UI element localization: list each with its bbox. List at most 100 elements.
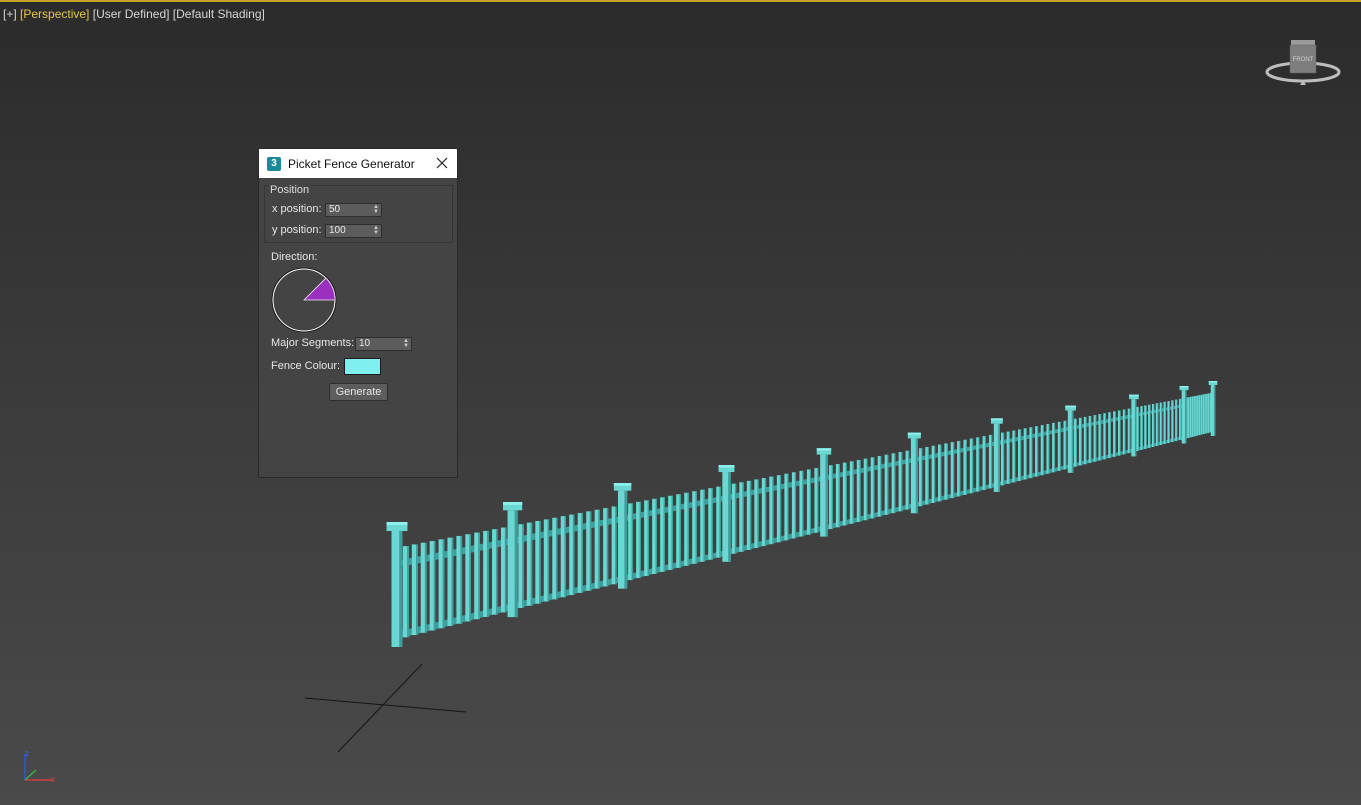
fence-picket-shade	[1037, 426, 1039, 477]
fence-picket-shade	[1145, 405, 1147, 449]
spinner-arrows-icon[interactable]: ▲ ▼	[373, 225, 379, 236]
fence-picket-shade	[415, 544, 418, 636]
fence-post-cap-top	[1208, 381, 1218, 383]
fence-picket-shade	[866, 458, 868, 521]
fence-picket-shade	[991, 434, 993, 489]
fence-picket-shade	[1176, 399, 1178, 442]
fence-post-shade	[399, 531, 403, 647]
fence-post-cap-top	[1065, 405, 1076, 408]
fence-picket-shade	[631, 503, 634, 581]
fence-post-cap-top	[386, 522, 408, 526]
fence-post-cap-top	[816, 448, 832, 451]
fence-picket-shade	[838, 463, 840, 528]
y-position-label: y position:	[272, 224, 322, 236]
fence-picket-shade	[615, 506, 617, 585]
fence-post-cap-top	[990, 418, 1003, 421]
major-segments-spinner[interactable]: 10 ▲ ▼	[355, 337, 412, 351]
fence-post-cap-top	[613, 483, 632, 486]
fence-post-cap-top	[1179, 386, 1189, 388]
viewport-camera-menu[interactable]: [User Defined]	[93, 7, 170, 21]
fence-post-cap-top	[718, 465, 735, 468]
fence-picket-shade	[555, 517, 558, 600]
fence-picket-shade	[972, 438, 974, 494]
x-position-spinner[interactable]: 50 ▲ ▼	[325, 203, 382, 217]
generate-button[interactable]: Generate	[329, 383, 388, 401]
fence-picket-shade	[978, 437, 980, 492]
viewport-shading-menu[interactable]: [Default Shading]	[173, 7, 265, 21]
fence-picket-shade	[647, 500, 649, 577]
fence-picket-shade	[1076, 418, 1077, 467]
grid-line-y	[337, 663, 423, 753]
fence-picket-shade	[1119, 410, 1121, 456]
fence-picket-shade	[1114, 411, 1116, 457]
fence-picket-shade	[530, 522, 533, 606]
fence-picket-shade	[564, 516, 566, 598]
fence-picket-shade	[809, 469, 811, 535]
spinner-arrows-icon[interactable]: ▲ ▼	[373, 204, 379, 215]
fence-picket-shade	[719, 486, 721, 558]
fence-picket-shade	[522, 524, 524, 608]
y-position-spinner[interactable]: 100 ▲ ▼	[325, 224, 382, 238]
fence-colour-label: Fence Colour:	[271, 360, 341, 372]
fence-picket-shade	[742, 482, 744, 552]
x-position-value: 50	[329, 204, 341, 215]
fence-picket-shade	[1153, 403, 1155, 447]
viewport-plus-menu[interactable]: [+]	[3, 7, 17, 21]
fence-picket-shade	[953, 442, 955, 499]
fence-picket-shade	[703, 489, 705, 562]
fence-picket-shade	[1142, 406, 1143, 450]
fence-picket-shade	[1206, 393, 1208, 434]
viewport-view-menu[interactable]: [Perspective]	[20, 7, 89, 21]
fence-picket-shade	[887, 454, 889, 515]
fence-picket-shade	[1105, 413, 1107, 460]
fence-picket-shade	[1059, 421, 1061, 471]
fence-picket-shade	[984, 436, 986, 490]
fence-picket-shade	[1172, 400, 1174, 443]
fence-picket-shade	[1110, 412, 1111, 459]
fence-picket-shade	[965, 439, 967, 495]
picket-fence[interactable]	[386, 381, 1218, 647]
spinner-arrows-icon[interactable]: ▲ ▼	[403, 338, 409, 349]
fence-colour-swatch[interactable]	[344, 358, 381, 375]
fence-post-shade	[998, 423, 1000, 492]
fence-picket-shade	[606, 508, 609, 587]
fence-picket-shade	[547, 519, 550, 602]
fence-picket-shade	[433, 541, 436, 631]
fence-post-shade	[1134, 399, 1137, 457]
fence-picket-shade	[424, 542, 427, 633]
fence-picket-shade	[946, 443, 948, 500]
fence-picket-shade	[1095, 415, 1097, 462]
fence-picket-shade	[901, 452, 903, 512]
direction-dial[interactable]	[271, 267, 337, 333]
fence-picket-shade	[1149, 404, 1151, 448]
fence-post-cap-top	[503, 502, 523, 505]
fence-picket-shade	[859, 459, 861, 522]
fence-picket-shade	[734, 483, 737, 554]
fence-picket-shade	[779, 475, 782, 543]
fence-picket-shade	[1025, 428, 1027, 480]
fence-picket-shade	[1202, 394, 1203, 435]
fence-picket-shade	[639, 501, 641, 579]
fence-picket-shade	[1042, 425, 1044, 476]
viewcube[interactable]: FRONT	[1265, 38, 1345, 88]
fence-picket-shade	[802, 470, 804, 537]
dialog-titlebar[interactable]: 3 Picket Fence Generator	[259, 149, 457, 178]
fence-picket-shade	[1003, 432, 1005, 486]
fence-picket-shade	[794, 472, 797, 539]
fence-picket-shade	[572, 514, 575, 596]
fence-picket-shade	[772, 476, 774, 545]
fence-picket-shade	[852, 461, 854, 524]
fence-post-shade	[624, 490, 628, 589]
fence-picket-shade	[695, 491, 697, 564]
fence-picket-shade	[873, 457, 875, 519]
fence-picket-shade	[1193, 396, 1195, 437]
dialog-title: Picket Fence Generator	[288, 156, 415, 171]
fence-picket-shade	[1054, 422, 1056, 473]
fence-post-shade	[728, 472, 731, 562]
fence-post-shade	[825, 454, 828, 537]
fence-picket-shade	[1157, 403, 1159, 446]
fence-picket-shade	[1188, 397, 1190, 438]
fence-picket-shade	[1008, 431, 1010, 484]
close-icon[interactable]	[435, 156, 449, 170]
fence-picket-shade	[687, 492, 689, 566]
